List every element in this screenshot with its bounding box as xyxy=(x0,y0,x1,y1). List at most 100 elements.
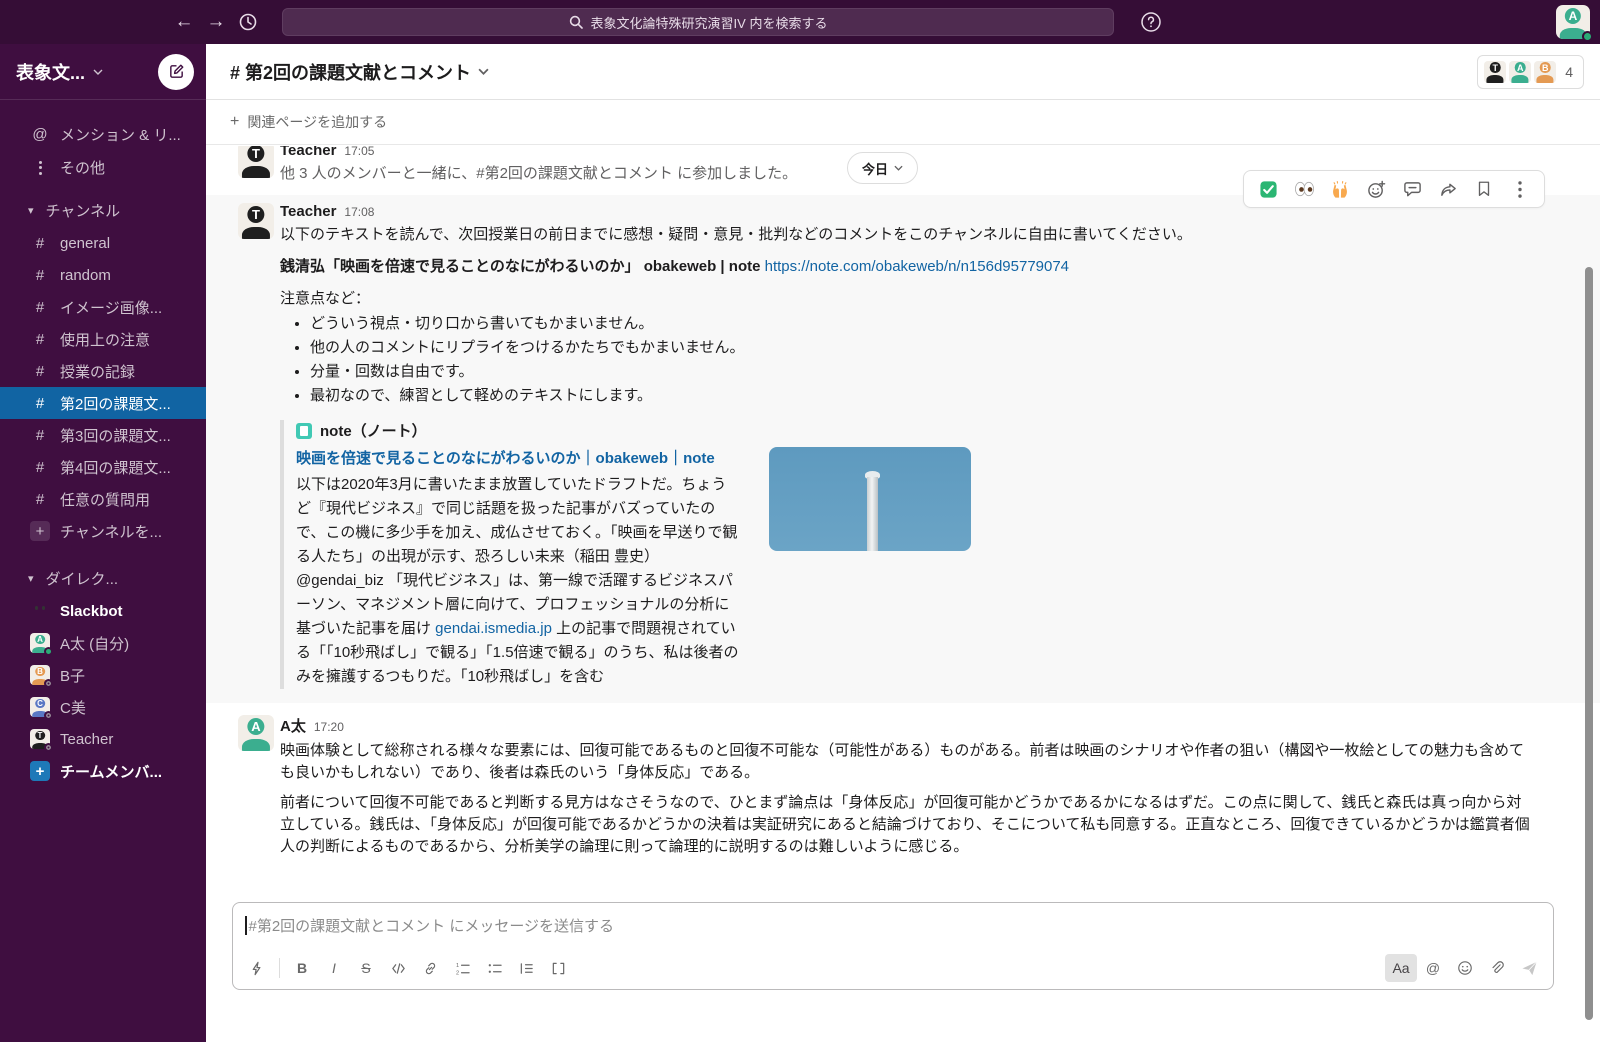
search-icon xyxy=(569,15,583,29)
message-input[interactable]: #第2回の課題文献とコメント にメッセージを送信する xyxy=(233,903,1553,947)
link-button[interactable] xyxy=(414,954,446,982)
channel-label: random xyxy=(60,267,111,284)
caret-down-icon: ▾ xyxy=(28,204,34,217)
hash-icon: # xyxy=(30,267,50,284)
invite-label: チームメンバ... xyxy=(60,761,162,782)
sidebar-channel-image[interactable]: #イメージ画像... xyxy=(0,291,206,323)
member-count: 4 xyxy=(1565,64,1573,80)
add-reaction-button[interactable] xyxy=(1358,174,1394,204)
svg-text:1: 1 xyxy=(455,963,458,969)
bold-button[interactable]: B xyxy=(286,954,318,982)
member-avatar: T xyxy=(1484,61,1506,83)
avatar[interactable]: T xyxy=(238,203,274,239)
reaction-white-check-mark-emoji[interactable] xyxy=(1250,174,1286,204)
sidebar-channel-session3[interactable]: #第3回の課題文... xyxy=(0,419,206,451)
channel-title-text: # 第2回の課題文献とコメント xyxy=(230,59,471,85)
message-author[interactable]: A太 xyxy=(280,715,306,736)
message-text: 前者について回復不可能であると判断する見方はなさそうなので、ひとまず論点は「身体… xyxy=(280,792,1532,858)
message-author[interactable]: Teacher xyxy=(280,203,336,220)
bullet-item: どういう視点・切り口から書いてもかまいません。 xyxy=(310,312,1532,336)
description-text: 以下は2020年3月に書いたまま放置していたドラフトだ。ちょうど『現代ビジネス』… xyxy=(296,476,737,637)
channel-label: general xyxy=(60,235,110,252)
avatar: C xyxy=(30,697,50,717)
code-block-button[interactable] xyxy=(542,954,574,982)
message-timestamp[interactable]: 17:05 xyxy=(344,146,374,158)
sidebar-dm-teacher[interactable]: T Teacher xyxy=(0,723,206,755)
sidebar-channel-class-records[interactable]: #授業の記録 xyxy=(0,355,206,387)
channel-members-button[interactable]: T A B 4 xyxy=(1477,55,1584,89)
message-timestamp[interactable]: 17:20 xyxy=(314,720,344,734)
dm-label: Slackbot xyxy=(60,603,123,620)
gendai-inline-link[interactable]: gendai.ismedia.jp xyxy=(435,620,552,637)
workspace-switcher[interactable]: 表象文... xyxy=(0,44,206,100)
more-actions-button[interactable] xyxy=(1502,174,1538,204)
member-avatar: A xyxy=(1509,61,1531,83)
bulleted-list-button[interactable] xyxy=(478,954,510,982)
attach-file-button[interactable] xyxy=(1481,954,1513,982)
reply-in-thread-button[interactable] xyxy=(1394,174,1430,204)
formatting-toggle-button[interactable]: Aa xyxy=(1385,954,1417,982)
chevron-down-icon xyxy=(93,69,103,75)
link-preview-card: note（ノート） 映画を倍速で見ることのなにがわるいのか｜obakeweb｜n… xyxy=(280,420,1532,689)
italic-button[interactable]: I xyxy=(318,954,350,982)
scrollbar-thumb[interactable] xyxy=(1585,267,1593,1020)
message-timestamp[interactable]: 17:08 xyxy=(344,205,374,219)
avatar[interactable]: T xyxy=(238,146,274,178)
sidebar-item-mentions[interactable]: @ メンション & リ... xyxy=(0,118,206,151)
ordered-list-button[interactable]: 12 xyxy=(446,954,478,982)
sidebar-dm-cmi[interactable]: C C美 xyxy=(0,691,206,723)
sidebar-dm-slackbot[interactable]: Slackbot xyxy=(0,595,206,627)
avatar: A xyxy=(30,633,50,653)
sidebar-channel-random[interactable]: # random xyxy=(0,259,206,291)
message-composer: #第2回の課題文献とコメント にメッセージを送信する B I S 12 xyxy=(232,902,1554,990)
sidebar-channel-questions[interactable]: #任意の質問用 xyxy=(0,483,206,515)
help-button[interactable] xyxy=(1136,7,1166,37)
hash-icon: # xyxy=(30,459,50,476)
sidebar-add-channel[interactable]: +チャンネルを... xyxy=(0,515,206,547)
sidebar-item-more[interactable]: その他 xyxy=(0,151,206,184)
bullet-item: 他の人のコメントにリプライをつけるかたちでもかまいません。 xyxy=(310,336,1532,360)
shortcuts-lightning-button[interactable] xyxy=(241,954,273,982)
history-forward-button[interactable]: → xyxy=(200,6,232,38)
sidebar-dm-self[interactable]: A A太 (自分) xyxy=(0,627,206,659)
sidebar-channel-session4[interactable]: #第4回の課題文... xyxy=(0,451,206,483)
hash-icon: # xyxy=(30,299,50,316)
preview-title-link[interactable]: 映画を倍速で見ることのなにがわるいのか｜obakeweb｜note xyxy=(296,447,726,471)
bookmark-message-button[interactable] xyxy=(1466,174,1502,204)
inline-code-button[interactable] xyxy=(382,954,414,982)
sidebar-channel-usage-notes[interactable]: #使用上の注意 xyxy=(0,323,206,355)
hash-icon: # xyxy=(30,427,50,444)
note-url-link[interactable]: https://note.com/obakeweb/n/n156d9577907… xyxy=(765,258,1069,275)
mention-button[interactable]: @ xyxy=(1417,954,1449,982)
reaction-eyes-emoji[interactable] xyxy=(1286,174,1322,204)
preview-description: 以下は2020年3月に書いたまま放置していたドラフトだ。ちょうど『現代ビジネス』… xyxy=(296,473,741,689)
date-divider-pill[interactable]: 今日 xyxy=(847,152,918,184)
dms-section-header[interactable]: ▾ ダイレク... xyxy=(0,562,206,595)
user-avatar[interactable]: A xyxy=(1556,5,1590,39)
channel-title[interactable]: # 第2回の課題文献とコメント xyxy=(230,59,489,85)
channels-section-header[interactable]: ▾ チャンネル xyxy=(0,194,206,227)
send-button[interactable] xyxy=(1513,954,1545,982)
reaction-raised-hands-emoji[interactable] xyxy=(1322,174,1358,204)
sidebar-channel-general[interactable]: #general xyxy=(0,227,206,259)
strikethrough-button[interactable]: S xyxy=(350,954,382,982)
svg-text:2: 2 xyxy=(455,970,458,975)
avatar-initial: A xyxy=(1565,8,1581,24)
sidebar-dm-bko[interactable]: B B子 xyxy=(0,659,206,691)
notes-bullet-list: どういう視点・切り口から書いてもかまいません。 他の人のコメントにリプライをつけ… xyxy=(280,312,1532,408)
add-page-button[interactable]: + 関連ページを追加する xyxy=(230,112,387,132)
sidebar-invite-teammates[interactable]: + チームメンバ... xyxy=(0,755,206,787)
share-message-button[interactable] xyxy=(1430,174,1466,204)
caret-down-icon: ▾ xyxy=(28,572,34,585)
emoji-button[interactable] xyxy=(1449,954,1481,982)
search-bar[interactable]: 表象文化論特殊研究演習IV 内を検索する xyxy=(282,8,1114,36)
new-message-button[interactable] xyxy=(158,54,194,90)
blockquote-button[interactable] xyxy=(510,954,542,982)
search-text: 表象文化論特殊研究演習IV 内を検索する xyxy=(591,13,828,32)
history-icon[interactable] xyxy=(232,6,264,38)
message-author[interactable]: Teacher xyxy=(280,146,336,159)
preview-thumbnail-image[interactable] xyxy=(769,447,971,551)
history-back-button[interactable]: ← xyxy=(168,6,200,38)
sidebar-channel-session2-selected[interactable]: #第2回の課題文... xyxy=(0,387,206,419)
avatar[interactable]: A xyxy=(238,715,274,751)
